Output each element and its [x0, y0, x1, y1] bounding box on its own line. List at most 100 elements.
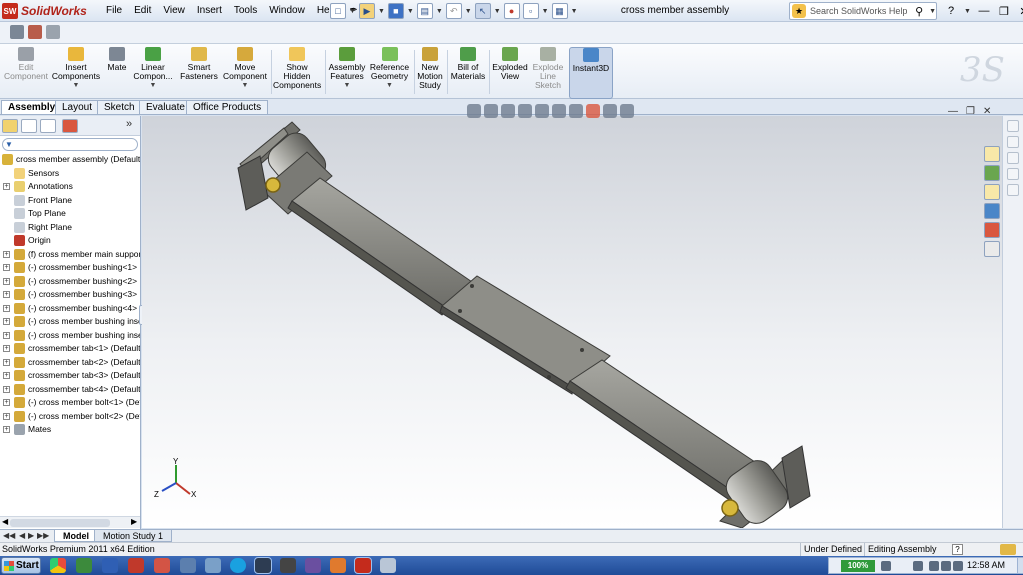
insert-components-button[interactable]: Insert Components ▼	[51, 47, 101, 99]
tray-app-icon[interactable]	[881, 561, 891, 571]
new-motion-study-button[interactable]: New Motion Study	[416, 47, 444, 99]
show-hidden-components-button[interactable]: Show Hidden Components	[273, 47, 321, 99]
design-library-icon[interactable]	[984, 165, 1000, 181]
task-pane-icon[interactable]	[1007, 168, 1019, 180]
panel-collapse-icon[interactable]: »	[126, 118, 132, 130]
tree-node[interactable]: + (-) cross member bushing inser	[0, 329, 140, 343]
tree-node[interactable]: Origin	[0, 234, 140, 248]
section-view-icon[interactable]	[518, 104, 532, 118]
tree-node[interactable]: + (-) crossmember bushing<1> (	[0, 261, 140, 275]
linear-component-pattern-button[interactable]: Linear Compon... ▼	[132, 47, 174, 99]
tab-next-icon[interactable]: ▶	[28, 530, 34, 542]
skype-icon[interactable]	[230, 558, 246, 573]
show-desktop-button[interactable]	[1017, 558, 1023, 573]
view-settings-icon[interactable]	[620, 104, 634, 118]
undo-dropdown-icon[interactable]: ▼	[465, 8, 472, 15]
instant3d-button[interactable]: Instant3D	[569, 47, 613, 99]
doc-restore-icon[interactable]: ❐	[966, 106, 975, 117]
search-icon[interactable]: ⚲	[915, 5, 929, 18]
tree-node[interactable]: + crossmember tab<2> (Default	[0, 356, 140, 370]
horizontal-scrollbar[interactable]: ◀ ▶	[0, 516, 140, 528]
feature-tree-tab-icon[interactable]	[2, 119, 18, 133]
tree-node[interactable]: Top Plane	[0, 207, 140, 221]
tree-node[interactable]: + Mates	[0, 423, 140, 437]
tree-node[interactable]: + (-) cross member bolt<1> (Def	[0, 396, 140, 410]
rebuild-icon[interactable]: ●	[503, 3, 520, 19]
menu-insert[interactable]: Insert	[191, 0, 228, 22]
expand-toggle-icon[interactable]: +	[3, 358, 10, 366]
expand-toggle-icon[interactable]: +	[3, 264, 10, 271]
expand-toggle-icon[interactable]: +	[3, 345, 10, 352]
insert-components-dropdown-icon[interactable]: ▼	[51, 81, 101, 90]
move-component-button[interactable]: Move Component ▼	[222, 47, 268, 99]
expand-toggle-icon[interactable]: +	[3, 399, 10, 406]
new-dropdown-icon[interactable]: ▼	[349, 8, 356, 15]
view-palette-icon[interactable]	[984, 203, 1000, 219]
tab-model[interactable]: Model	[54, 530, 98, 542]
tree-node[interactable]: + (-) crossmember bushing<4> (	[0, 302, 140, 316]
reference-geometry-button[interactable]: Reference Geometry ▼	[368, 47, 411, 99]
tree-node[interactable]: + crossmember tab<1> (Default	[0, 342, 140, 356]
expand-toggle-icon[interactable]: +	[3, 318, 10, 325]
search-dropdown-icon[interactable]: ▼	[929, 8, 936, 15]
expand-toggle-icon[interactable]: +	[3, 183, 10, 190]
doc-close-icon[interactable]: ✕	[983, 106, 991, 117]
tree-node[interactable]: + (-) crossmember bushing<2> (	[0, 275, 140, 289]
menu-edit[interactable]: Edit	[128, 0, 157, 22]
apply-scene-icon[interactable]	[603, 104, 617, 118]
print-icon[interactable]: ▤	[416, 3, 433, 19]
menu-view[interactable]: View	[157, 0, 191, 22]
save-dropdown-icon[interactable]: ▼	[407, 8, 414, 15]
select-dropdown-icon[interactable]: ▼	[494, 8, 501, 15]
tree-node[interactable]: + (f) cross member main support	[0, 248, 140, 262]
open-folder-icon[interactable]: ▶	[358, 3, 375, 19]
pencil-icon[interactable]	[1000, 544, 1016, 555]
task-pane-icon[interactable]	[1007, 120, 1019, 132]
app-icon-red[interactable]	[154, 558, 170, 573]
scroll-right-icon[interactable]: ▶	[131, 517, 137, 526]
display-style-icon[interactable]	[552, 104, 566, 118]
tab-layout[interactable]: Layout	[55, 100, 100, 114]
appearances-icon[interactable]	[984, 222, 1000, 238]
app-icon-light[interactable]	[380, 558, 396, 573]
cross-member-model[interactable]: Y X Z	[142, 116, 1002, 528]
tab-motion-study-1[interactable]: Motion Study 1	[94, 530, 173, 542]
edit-component-button[interactable]: Edit Component	[4, 47, 48, 99]
tree-node[interactable]: + crossmember tab<3> (Default	[0, 369, 140, 383]
menu-window[interactable]: Window	[263, 0, 311, 22]
tree-node[interactable]: + (-) crossmember bushing<3> (	[0, 288, 140, 302]
stop-icon[interactable]	[46, 25, 60, 39]
undo-icon[interactable]: ↶	[445, 3, 462, 19]
volume-icon[interactable]	[941, 561, 951, 571]
help-search-field[interactable]: ★ Search SolidWorks Help ⚲ ▼	[789, 2, 937, 20]
tree-filter-field[interactable]: ▼	[2, 138, 138, 151]
scrollbar-thumb[interactable]	[10, 519, 110, 527]
sync-icon[interactable]	[953, 561, 963, 571]
reference-geometry-dropdown-icon[interactable]: ▼	[368, 81, 411, 90]
hide-show-items-icon[interactable]	[569, 104, 583, 118]
battery-indicator[interactable]: 100%	[841, 560, 875, 572]
explode-line-sketch-button[interactable]: Explode Line Sketch	[530, 47, 566, 99]
excel-icon[interactable]	[76, 558, 92, 573]
tab-office-products[interactable]: Office Products	[186, 100, 269, 114]
property-manager-tab-icon[interactable]	[21, 119, 37, 133]
expand-toggle-icon[interactable]: +	[3, 331, 10, 339]
zoom-to-area-icon[interactable]	[484, 104, 498, 118]
start-button[interactable]: Start	[1, 557, 41, 574]
upper-tube[interactable]	[291, 177, 479, 310]
expand-toggle-icon[interactable]: +	[3, 426, 10, 433]
move-component-dropdown-icon[interactable]: ▼	[222, 81, 268, 90]
display-manager-tab-icon[interactable]	[62, 119, 78, 133]
task-pane-icon[interactable]	[1007, 184, 1019, 196]
expand-toggle-icon[interactable]: +	[3, 304, 10, 312]
pdf-icon[interactable]	[128, 558, 144, 573]
media-icon[interactable]	[205, 558, 221, 573]
expand-toggle-icon[interactable]: +	[3, 372, 10, 379]
tree-node[interactable]: + (-) cross member bolt<2> (Def	[0, 410, 140, 424]
tab-prev-icon[interactable]: ◀	[19, 530, 25, 542]
expand-toggle-icon[interactable]: +	[3, 250, 10, 258]
configuration-manager-tab-icon[interactable]	[40, 119, 56, 133]
help-button[interactable]: ?	[944, 5, 958, 17]
network-icon[interactable]	[180, 558, 196, 573]
chrome-icon[interactable]	[50, 558, 66, 573]
